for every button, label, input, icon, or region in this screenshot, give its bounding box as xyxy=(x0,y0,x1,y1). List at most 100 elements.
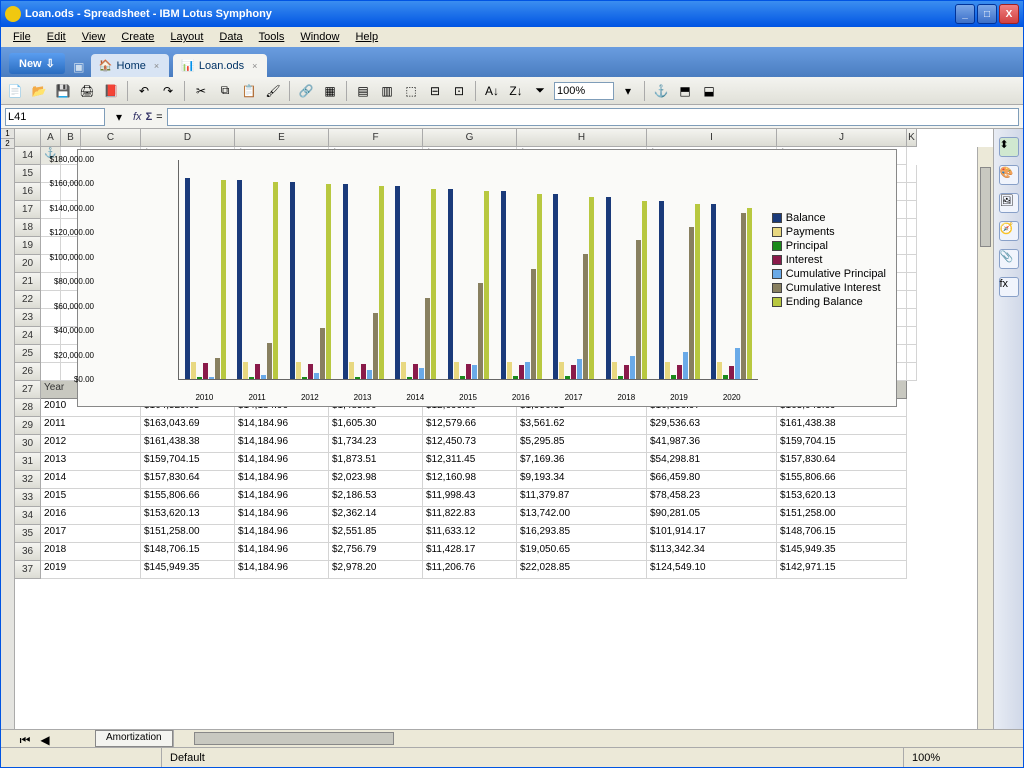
save-icon[interactable]: 💾 xyxy=(53,81,73,101)
horizontal-scrollbar[interactable] xyxy=(173,730,993,747)
spreadsheet-icon: 📊 xyxy=(181,59,195,72)
menu-data[interactable]: Data xyxy=(211,29,250,45)
col-icon[interactable]: ▥ xyxy=(377,81,397,101)
row-header[interactable]: 33 xyxy=(15,489,41,507)
menu-help[interactable]: Help xyxy=(347,29,386,45)
status-bar: Default 100% xyxy=(1,747,1023,767)
col-header-K[interactable]: K xyxy=(907,129,917,147)
outline-gutter[interactable]: 1 2 xyxy=(1,129,15,729)
status-mode: Default xyxy=(161,748,361,767)
new-button[interactable]: New⇩ xyxy=(9,53,65,74)
col-header-E[interactable]: E xyxy=(235,129,329,147)
row-icon[interactable]: ▤ xyxy=(353,81,373,101)
sort-asc-icon[interactable]: A↓ xyxy=(482,81,502,101)
row-header[interactable]: 29 xyxy=(15,417,41,435)
styles-icon[interactable]: 🎨 xyxy=(999,165,1019,185)
col-header-A[interactable]: A xyxy=(41,129,61,147)
undo-icon[interactable]: ↶ xyxy=(134,81,154,101)
chevron-down-icon: ⇩ xyxy=(46,57,55,70)
menu-create[interactable]: Create xyxy=(113,29,162,45)
formula-input[interactable] xyxy=(167,108,1019,126)
menu-tools[interactable]: Tools xyxy=(251,29,293,45)
document-tabstrip: New⇩ ▣ 🏠Home× 📊Loan.ods× xyxy=(1,47,1023,77)
col-header-D[interactable]: D xyxy=(141,129,235,147)
row-header[interactable]: 31 xyxy=(15,453,41,471)
wrap-icon[interactable]: ⊡ xyxy=(449,81,469,101)
toolbar: 📄 📂 💾 🖨 📕 ↶ ↷ ✂ ⧉ 📋 🖌 🔗 ▦ ▤ ▥ ⬚ ⊟ ⊡ A↓ Z… xyxy=(1,77,1023,105)
titlebar: Loan.ods - Spreadsheet - IBM Lotus Symph… xyxy=(1,1,1023,27)
col-header-J[interactable]: J xyxy=(777,129,907,147)
sheet-tab-amortization[interactable]: Amortization xyxy=(95,730,173,747)
new-doc-icon[interactable]: 📄 xyxy=(5,81,25,101)
format-paint-icon[interactable]: 🖌 xyxy=(263,81,283,101)
fx-icon[interactable]: fx xyxy=(133,111,142,123)
sort-desc-icon[interactable]: Z↓ xyxy=(506,81,526,101)
sigma-icon[interactable]: Σ xyxy=(146,111,153,123)
row-header[interactable]: 35 xyxy=(15,525,41,543)
col-header-F[interactable]: F xyxy=(329,129,423,147)
row-header[interactable]: 36 xyxy=(15,543,41,561)
status-zoom: 100% xyxy=(903,748,983,767)
row-header[interactable]: 30 xyxy=(15,435,41,453)
cell-reference-input[interactable] xyxy=(5,108,105,126)
navigator-icon[interactable]: 🧭 xyxy=(999,221,1019,241)
clip-icon[interactable]: 📎 xyxy=(999,249,1019,269)
table-row: 292011$163,043.69$14,184.96$1,605.30$12,… xyxy=(15,417,993,435)
anchor-icon[interactable]: ⚓ xyxy=(651,81,671,101)
paste-icon[interactable]: 📋 xyxy=(239,81,259,101)
table-row: 362018$148,706.15$14,184.96$2,756.79$11,… xyxy=(15,543,993,561)
print-icon[interactable]: 🖨 xyxy=(77,81,97,101)
split-icon[interactable]: ⊟ xyxy=(425,81,445,101)
merge-icon[interactable]: ⬚ xyxy=(401,81,421,101)
legend-item: Cumulative Principal xyxy=(772,268,886,280)
align-icon[interactable]: ⬓ xyxy=(699,81,719,101)
row-header[interactable]: 32 xyxy=(15,471,41,489)
chart[interactable]: $0.00$20,000.00$40,000.00$60,000.00$80,0… xyxy=(77,149,897,407)
col-header-C[interactable]: C xyxy=(81,129,141,147)
menu-file[interactable]: File xyxy=(5,29,39,45)
close-tab-icon[interactable]: × xyxy=(252,61,257,71)
menu-edit[interactable]: Edit xyxy=(39,29,74,45)
formula-bar: ▾ fx Σ = xyxy=(1,105,1023,129)
filter-icon[interactable]: ⏷ xyxy=(530,81,550,101)
col-header-B[interactable]: B xyxy=(61,129,81,147)
properties-icon[interactable]: ⬍ xyxy=(999,137,1019,157)
menu-view[interactable]: View xyxy=(74,29,114,45)
table-icon[interactable]: ▦ xyxy=(320,81,340,101)
zoom-dropdown-icon[interactable]: ▾ xyxy=(618,81,638,101)
col-header-H[interactable]: H xyxy=(517,129,647,147)
redo-icon[interactable]: ↷ xyxy=(158,81,178,101)
hyperlink-icon[interactable]: 🔗 xyxy=(296,81,316,101)
row-header[interactable]: 37 xyxy=(15,561,41,579)
app-window: Loan.ods - Spreadsheet - IBM Lotus Symph… xyxy=(0,0,1024,768)
col-header-G[interactable]: G xyxy=(423,129,517,147)
minimize-button[interactable]: _ xyxy=(955,4,975,24)
functions-icon[interactable]: fx xyxy=(999,277,1019,297)
close-tab-icon[interactable]: × xyxy=(154,61,159,71)
pdf-icon[interactable]: 📕 xyxy=(101,81,121,101)
tab-home[interactable]: 🏠Home× xyxy=(91,54,169,77)
row-header[interactable]: 28 xyxy=(15,399,41,417)
maximize-button[interactable]: □ xyxy=(977,4,997,24)
vertical-scrollbar[interactable] xyxy=(977,147,993,729)
table-row: 302012$161,438.38$14,184.96$1,734.23$12,… xyxy=(15,435,993,453)
cut-icon[interactable]: ✂ xyxy=(191,81,211,101)
copy-icon[interactable]: ⧉ xyxy=(215,81,235,101)
arrange-icon[interactable]: ⬒ xyxy=(675,81,695,101)
equals-icon[interactable]: = xyxy=(156,111,162,123)
side-panel: ⬍ 🎨 🖼 🧭 📎 fx xyxy=(993,129,1023,729)
close-button[interactable]: X xyxy=(999,4,1019,24)
col-header-I[interactable]: I xyxy=(647,129,777,147)
cellref-dropdown-icon[interactable]: ▾ xyxy=(109,107,129,127)
gallery-icon[interactable]: 🖼 xyxy=(999,193,1019,213)
menu-window[interactable]: Window xyxy=(292,29,347,45)
menu-layout[interactable]: Layout xyxy=(162,29,211,45)
zoom-input[interactable] xyxy=(554,82,614,100)
window-list-icon[interactable]: ▣ xyxy=(69,57,89,77)
tab-loan-ods[interactable]: 📊Loan.ods× xyxy=(173,54,267,77)
table-row: 342016$153,620.13$14,184.96$2,362.14$11,… xyxy=(15,507,993,525)
open-icon[interactable]: 📂 xyxy=(29,81,49,101)
row-header[interactable]: 23 xyxy=(15,309,41,327)
row-header[interactable]: 34 xyxy=(15,507,41,525)
spreadsheet-grid[interactable]: ABCDEFGHIJK 14⚓Oct$164,883.55$1,182.08$1… xyxy=(15,129,993,729)
